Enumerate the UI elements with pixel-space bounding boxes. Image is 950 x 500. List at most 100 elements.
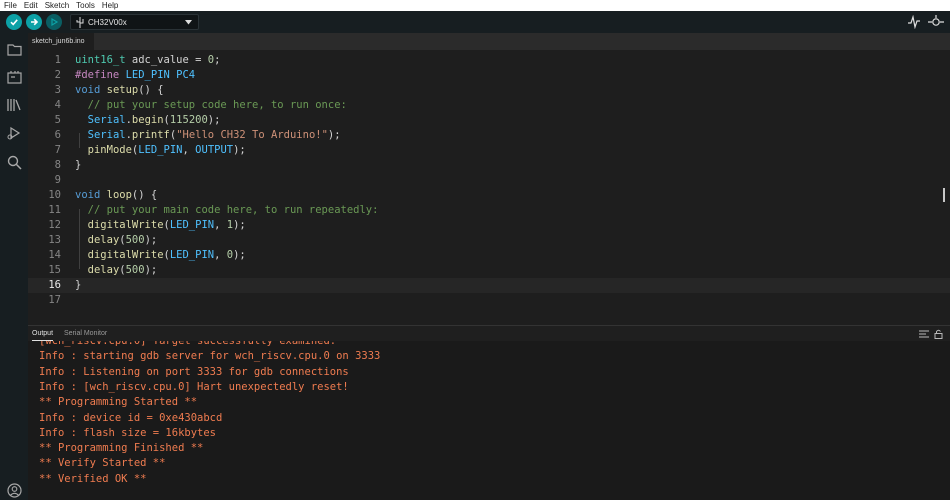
code-editor[interactable]: 1 uint16_t adc_value = 0; 2 #define LED_PIN… xyxy=(28,50,950,325)
output-line: [wch_riscv.cpu.0] Target successfully ex… xyxy=(39,341,337,347)
search-button[interactable] xyxy=(6,154,22,170)
tab-sketch[interactable]: sketch_jun6b.ino xyxy=(28,33,94,50)
serial-plotter-icon[interactable] xyxy=(908,15,920,29)
line-number: 2 xyxy=(54,69,61,81)
activity-bar xyxy=(0,33,28,500)
output-line: Info : starting gdb server for wch_riscv… xyxy=(39,350,381,363)
search-icon xyxy=(7,155,22,170)
code-line[interactable]: 10 void loop() { xyxy=(28,188,950,203)
output-line: Info : device id = 0xe430abcd xyxy=(39,411,223,424)
line-number: 7 xyxy=(54,144,61,156)
code-line[interactable]: 1 uint16_t adc_value = 0; xyxy=(28,53,950,68)
code-text: delay(500); xyxy=(87,264,158,276)
code-text: Serial.printf("Hello CH32 To Arduino!"); xyxy=(87,129,341,141)
code-line[interactable]: 12 digitalWrite(LED_PIN, 1); xyxy=(28,218,950,233)
output-line: Info : Listening on port 3333 for gdb co… xyxy=(39,365,349,378)
code-line[interactable]: 16} xyxy=(28,278,950,293)
line-number: 8 xyxy=(54,159,61,171)
code-line[interactable]: 6 Serial.printf("Hello CH32 To Arduino!"… xyxy=(28,128,950,143)
code-line[interactable]: 15 delay(500); xyxy=(28,263,950,278)
arrow-right-icon xyxy=(31,18,39,26)
line-number: 6 xyxy=(54,129,61,141)
line-number: 14 xyxy=(48,249,61,261)
output-line: ** Programming Started ** xyxy=(39,396,198,409)
line-number: 13 xyxy=(48,234,61,246)
library-icon xyxy=(6,99,21,111)
code-line[interactable]: 9 xyxy=(28,173,950,188)
code-line[interactable]: 4 // put your setup code here, to run on… xyxy=(28,98,950,113)
menu-tools[interactable]: Tools xyxy=(72,0,98,11)
account-button[interactable] xyxy=(6,482,22,498)
sketchbook-button[interactable] xyxy=(6,41,22,57)
lock-icon[interactable] xyxy=(934,329,943,339)
code-text: pinMode(LED_PIN, OUTPUT); xyxy=(87,144,246,156)
menu-file[interactable]: File xyxy=(0,0,20,11)
code-text: digitalWrite(LED_PIN, 0); xyxy=(87,249,246,261)
boards-manager-button[interactable] xyxy=(6,69,22,85)
board-name: CH32V00x xyxy=(88,17,127,27)
line-number: 3 xyxy=(54,84,61,96)
bottom-panel-header: Output Serial Monitor xyxy=(28,325,950,341)
line-number: 15 xyxy=(48,264,61,276)
code-line[interactable]: 3 void setup() { xyxy=(28,83,950,98)
code-line[interactable]: 8} xyxy=(28,158,950,173)
board-selector[interactable]: CH32V00x xyxy=(70,14,199,30)
tab-serial-monitor[interactable]: Serial Monitor xyxy=(64,326,107,342)
code-line[interactable]: 11 // put your main code here, to run re… xyxy=(28,203,950,218)
menu-edit[interactable]: Edit xyxy=(20,0,41,11)
tab-output[interactable]: Output xyxy=(32,326,54,342)
line-number: 16 xyxy=(48,279,61,291)
debug-icon xyxy=(51,17,59,27)
code-text: Serial.begin(115200); xyxy=(87,114,221,126)
line-number: 10 xyxy=(48,189,61,201)
line-number: 12 xyxy=(48,219,61,231)
code-text: } xyxy=(75,159,82,171)
code-text: // put your setup code here, to run once… xyxy=(87,99,347,111)
code-line[interactable]: 7 pinMode(LED_PIN, OUTPUT); xyxy=(28,143,950,158)
menu-sketch[interactable]: Sketch xyxy=(41,0,72,11)
verify-button[interactable] xyxy=(6,14,22,30)
code-text: uint16_t adc_value = 0; xyxy=(75,54,221,66)
output-line: Info : [wch_riscv.cpu.0] Hart unexpected… xyxy=(39,380,349,393)
board-icon xyxy=(6,70,22,84)
output-line: Info : flash size = 16kbytes xyxy=(39,426,217,439)
line-number: 1 xyxy=(54,54,61,66)
account-icon xyxy=(6,482,22,498)
debug-panel-button[interactable] xyxy=(6,125,22,141)
code-line[interactable]: 14 digitalWrite(LED_PIN, 0); xyxy=(28,248,950,263)
output-line: ** Programming Finished ** xyxy=(39,442,204,455)
code-text: #define LED_PIN PC4 xyxy=(75,69,196,81)
debug-button[interactable] xyxy=(46,14,62,30)
code-text: // put your main code here, to run repea… xyxy=(87,204,379,216)
code-line[interactable]: 5 Serial.begin(115200); xyxy=(28,113,950,128)
line-number: 5 xyxy=(54,114,61,126)
usb-icon xyxy=(76,16,84,28)
line-number: 17 xyxy=(48,294,61,306)
code-line[interactable]: 2 #define LED_PIN PC4 xyxy=(28,68,950,83)
menu-bar: File Edit Sketch Tools Help xyxy=(0,0,950,11)
toolbar: CH32V00x xyxy=(0,11,950,33)
code-text: void setup() { xyxy=(75,84,164,96)
output-line: ** Verified OK ** xyxy=(39,472,147,485)
menu-help[interactable]: Help xyxy=(98,0,121,11)
clear-output-icon[interactable] xyxy=(919,330,929,338)
editor-tab-strip: sketch_jun6b.ino xyxy=(28,33,950,50)
line-number: 9 xyxy=(54,174,61,186)
output-line: ** Verify Started ** xyxy=(39,457,166,470)
line-number: 4 xyxy=(54,99,61,111)
checkmark-icon xyxy=(10,19,18,26)
code-text: void loop() { xyxy=(75,189,158,201)
output-console[interactable]: [wch_riscv.cpu.0] Target successfully ex… xyxy=(28,341,950,500)
line-number: 11 xyxy=(48,204,61,216)
debug-icon xyxy=(7,126,20,140)
code-line[interactable]: 17 xyxy=(28,293,950,308)
code-text: digitalWrite(LED_PIN, 1); xyxy=(87,219,246,231)
serial-monitor-icon[interactable] xyxy=(928,15,944,29)
library-manager-button[interactable] xyxy=(6,97,22,113)
code-text: delay(500); xyxy=(87,234,158,246)
folder-icon xyxy=(6,43,22,56)
chevron-down-icon xyxy=(185,20,192,25)
upload-button[interactable] xyxy=(26,14,42,30)
code-line[interactable]: 13 delay(500); xyxy=(28,233,950,248)
code-text: } xyxy=(75,279,82,291)
